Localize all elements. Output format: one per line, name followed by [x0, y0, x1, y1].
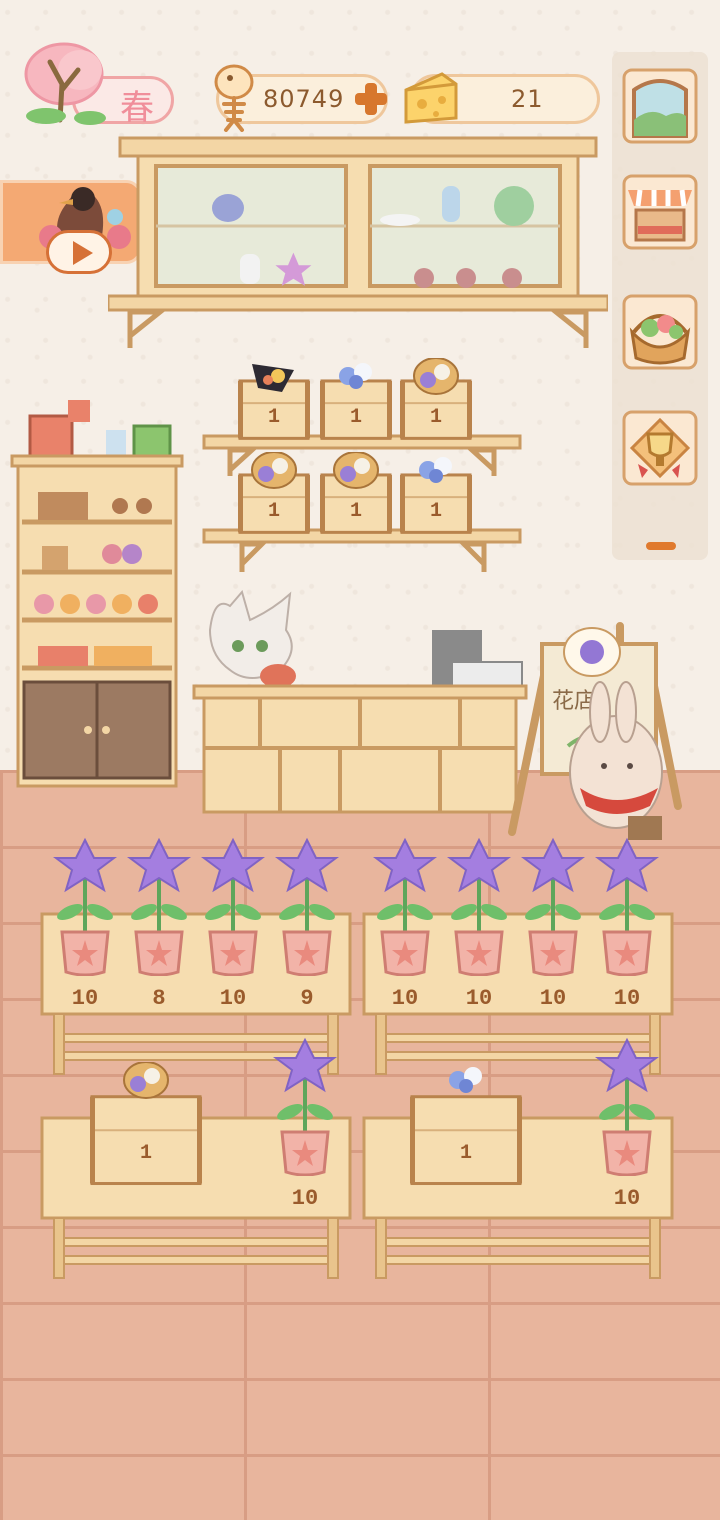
collapse-menu-button[interactable]: [646, 542, 676, 550]
add-currency-button[interactable]: [351, 79, 391, 119]
window-scenery-icon[interactable]: [620, 66, 700, 146]
cheese-value: 21: [511, 85, 544, 113]
flower-pot[interactable]: [592, 1036, 662, 1176]
table-crate[interactable]: [410, 1062, 522, 1186]
flower-pot[interactable]: [124, 836, 194, 976]
fishbone-value: 80749: [263, 85, 345, 113]
crate-count: 1: [429, 406, 442, 429]
pot-count: 10: [71, 986, 99, 1011]
table-crate[interactable]: [90, 1062, 202, 1186]
shop-stall-icon[interactable]: [620, 172, 700, 252]
flower-pot[interactable]: [518, 836, 588, 976]
flower-pot[interactable]: [444, 836, 514, 976]
pot-count: 10: [613, 986, 641, 1011]
flower-basket-icon[interactable]: [620, 292, 700, 372]
play-video-button[interactable]: [46, 230, 112, 274]
pot-count: 10: [291, 1186, 319, 1211]
crate-count: 1: [429, 500, 442, 523]
pot-count: 10: [391, 986, 419, 1011]
flower-pot[interactable]: [370, 836, 440, 976]
flower-pot[interactable]: [592, 836, 662, 976]
pot-count: 10: [465, 986, 493, 1011]
pot-count: 9: [300, 986, 314, 1011]
flower-pot[interactable]: [198, 836, 268, 976]
season-label: 春: [120, 88, 154, 128]
flower-pot[interactable]: [50, 836, 120, 976]
pot-count: 10: [613, 1186, 641, 1211]
blue-white-bouquet-icon: [449, 1067, 482, 1093]
display-cabinet: [108, 136, 608, 348]
crate-count: 1: [267, 500, 280, 523]
cheese-icon: [404, 72, 458, 124]
flower-pot[interactable]: [272, 836, 342, 976]
bookshelf: [10, 400, 184, 788]
cherry-tree-icon: [24, 42, 106, 125]
side-menu: [612, 52, 708, 560]
pot-count: 10: [539, 986, 567, 1011]
shop-counter: [192, 590, 528, 814]
easel-and-bunny: 花店: [508, 622, 682, 840]
flower-pot[interactable]: [270, 1036, 340, 1176]
crate-count: 1: [459, 1142, 472, 1165]
trophy-achievement-icon[interactable]: [620, 408, 700, 488]
crate-count: 1: [349, 500, 362, 523]
pot-count: 10: [219, 986, 247, 1011]
crate-count: 1: [139, 1142, 152, 1165]
pot-count: 8: [152, 986, 166, 1011]
season-badge[interactable]: 春: [12, 40, 174, 128]
fishbone-icon: [214, 64, 254, 132]
crate-count: 1: [267, 406, 280, 429]
crate-count: 1: [349, 406, 362, 429]
